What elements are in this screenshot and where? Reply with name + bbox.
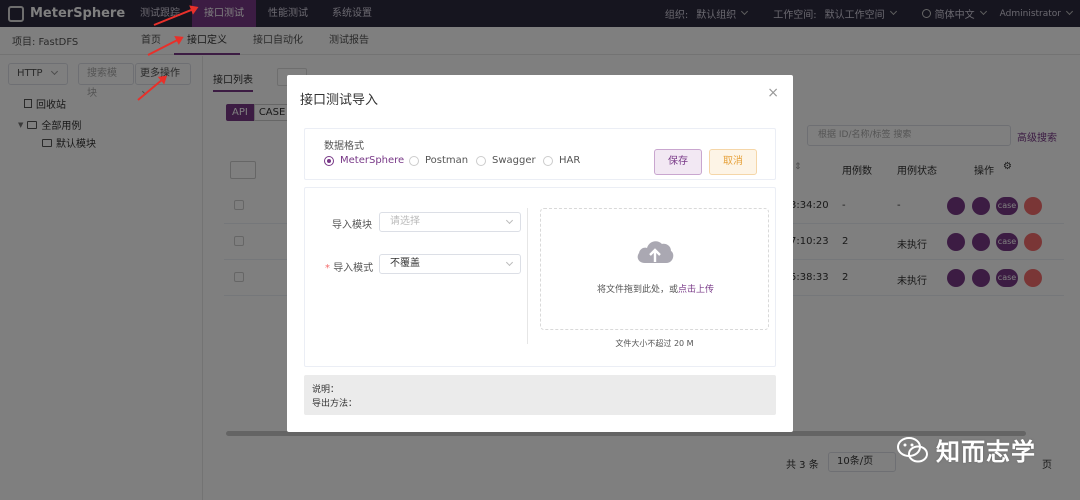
radio-label: HAR: [559, 155, 581, 166]
mode-label: * 导入模式: [325, 259, 373, 274]
mode-label-text: 导入模式: [333, 263, 374, 274]
upload-link[interactable]: 点击上传: [678, 285, 714, 295]
wechat-icon: [897, 436, 928, 462]
radio-label: Postman: [425, 155, 469, 166]
radio-dot: [324, 155, 334, 166]
upload-text: 将文件拖到此处，或: [596, 285, 678, 295]
save-button[interactable]: 保存: [654, 149, 702, 175]
radio-dot: [476, 155, 486, 166]
chevron-down-icon: [505, 216, 514, 225]
radio-dot: [543, 155, 553, 166]
radio-label: Swagger: [492, 155, 536, 166]
import-settings-panel: 导入模块 请选择 * 导入模式 不覆盖 将文件拖到此处，或点击上传 文件大小不超…: [304, 187, 776, 367]
required-mark: *: [325, 263, 330, 274]
cloud-upload-icon: [637, 241, 674, 263]
divider: [527, 208, 528, 344]
chevron-down-icon: [505, 258, 514, 267]
radio-metersphere[interactable]: MeterSphere: [324, 155, 404, 166]
cancel-button[interactable]: 取消: [709, 149, 757, 175]
module-label: 导入模块: [332, 220, 372, 231]
format-panel: 数据格式 MeterSphere Postman Swagger HAR 保存 …: [304, 128, 776, 180]
watermark: 知而志学: [896, 432, 1036, 467]
upload-size-tip: 文件大小不超过 20 M: [615, 339, 694, 348]
dialog-title: 接口测试导入: [300, 93, 379, 108]
import-dialog: 接口测试导入 × 数据格式 MeterSphere Postman Swagge…: [287, 75, 793, 432]
description-panel: 说明： 导出方法：: [304, 375, 776, 415]
watermark-text: 知而志学: [936, 438, 1036, 466]
mode-value: 不覆盖: [390, 258, 420, 269]
upload-dropzone[interactable]: 将文件拖到此处，或点击上传: [540, 208, 769, 330]
radio-dot: [409, 155, 419, 166]
radio-postman[interactable]: Postman: [409, 155, 468, 166]
module-placeholder: 请选择: [390, 216, 420, 227]
desc-label: 说明：: [312, 385, 340, 395]
radio-har[interactable]: HAR: [543, 155, 580, 166]
format-label: 数据格式: [324, 141, 364, 152]
export-method-label: 导出方法：: [312, 399, 358, 409]
radio-label: MeterSphere: [340, 155, 405, 166]
module-select[interactable]: 请选择: [379, 212, 521, 232]
mode-select[interactable]: 不覆盖: [379, 254, 521, 274]
radio-swagger[interactable]: Swagger: [476, 155, 536, 166]
upload-hint: 将文件拖到此处，或点击上传: [541, 282, 770, 295]
close-icon[interactable]: ×: [767, 85, 779, 101]
